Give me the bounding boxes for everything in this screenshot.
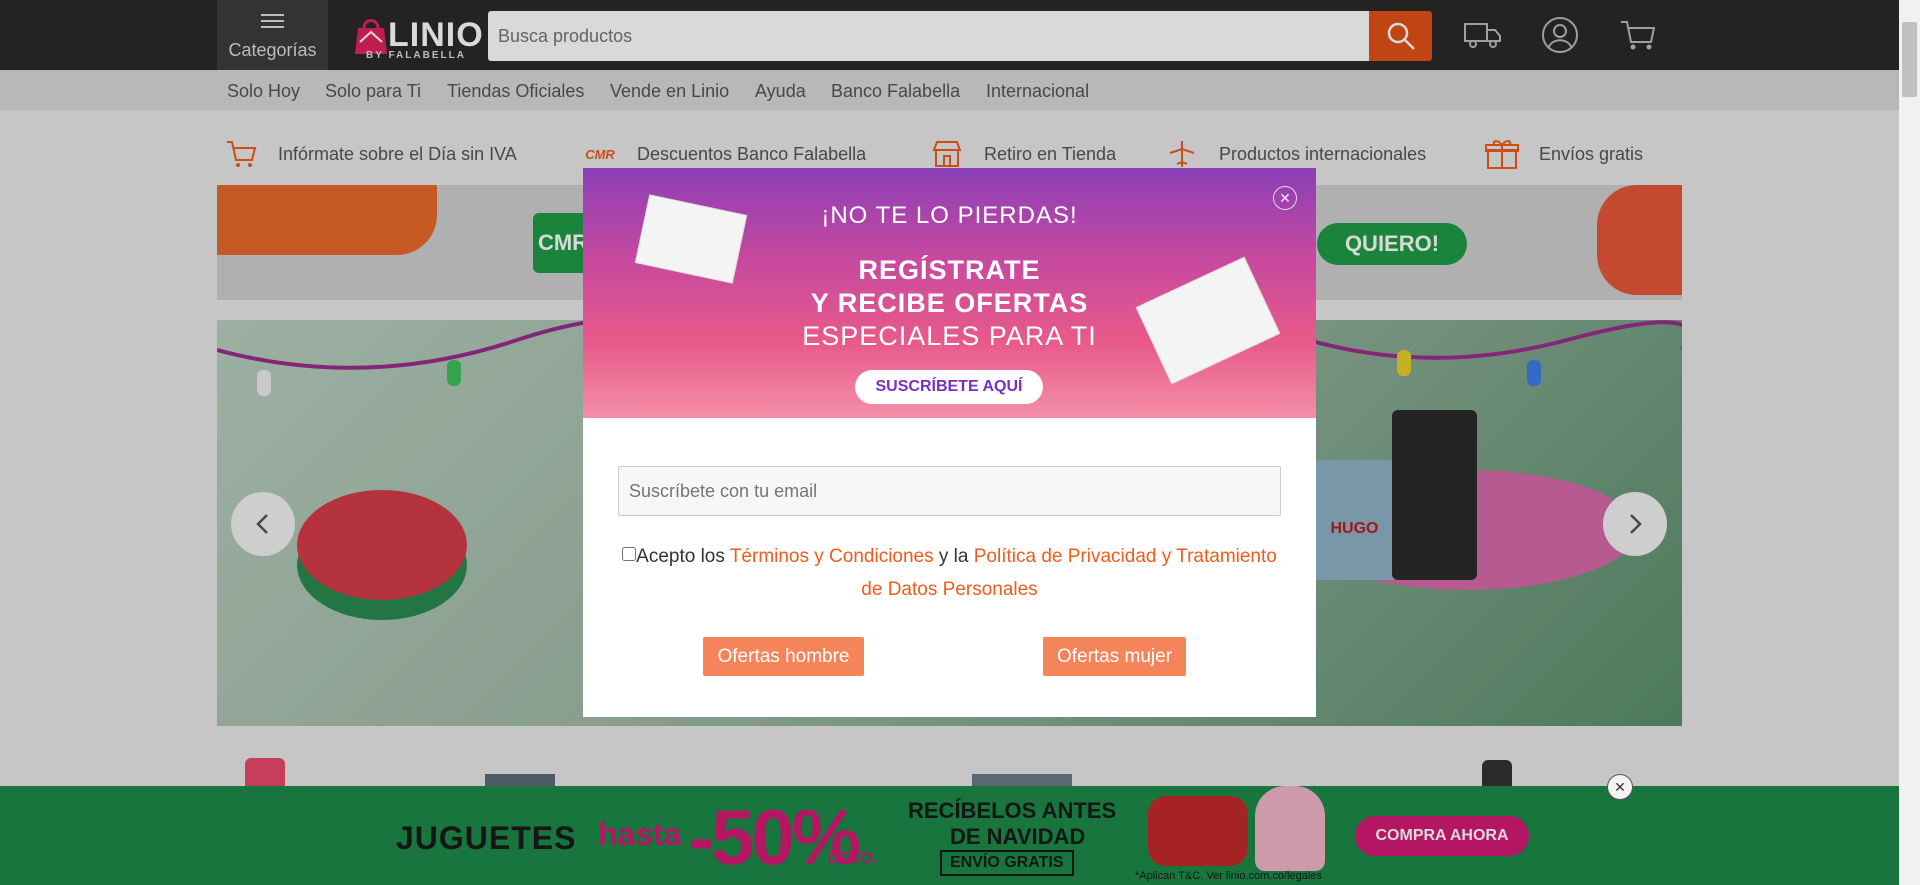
men-offers-button[interactable]: Ofertas hombre: [703, 637, 864, 676]
modal-promo-banner: ¡NO TE LO PIERDAS! REGÍSTRATE Y RECIBE O…: [583, 168, 1316, 418]
newsletter-modal: ¡NO TE LO PIERDAS! REGÍSTRATE Y RECIBE O…: [583, 168, 1316, 717]
page-scrollbar[interactable]: [1899, 0, 1920, 885]
women-offers-button[interactable]: Ofertas mujer: [1043, 637, 1186, 676]
close-icon: ✕: [1279, 189, 1291, 206]
terms-checkbox[interactable]: [622, 547, 637, 561]
modal-line-1: REGÍSTRATE: [858, 255, 1041, 285]
terms-link[interactable]: Términos y Condiciones: [730, 546, 934, 567]
terms-mid: y la: [933, 546, 974, 567]
subscribe-here-button[interactable]: SUSCRÍBETE AQUÍ: [855, 370, 1043, 404]
modal-line-3: ESPECIALES PARA TI: [802, 321, 1097, 351]
scrollbar-thumb[interactable]: [1902, 22, 1917, 97]
terms-prefix: Acepto los: [636, 546, 730, 567]
modal-headline: ¡NO TE LO PIERDAS!: [821, 202, 1078, 229]
email-field[interactable]: [618, 466, 1281, 516]
close-icon: ✕: [1614, 778, 1626, 795]
bottom-banner-close-button[interactable]: ✕: [1607, 774, 1633, 800]
modal-close-button[interactable]: ✕: [1273, 186, 1297, 210]
modal-line-2: Y RECIBE OFERTAS: [810, 288, 1089, 318]
terms-consent: Acepto los Términos y Condiciones y la P…: [618, 540, 1281, 606]
